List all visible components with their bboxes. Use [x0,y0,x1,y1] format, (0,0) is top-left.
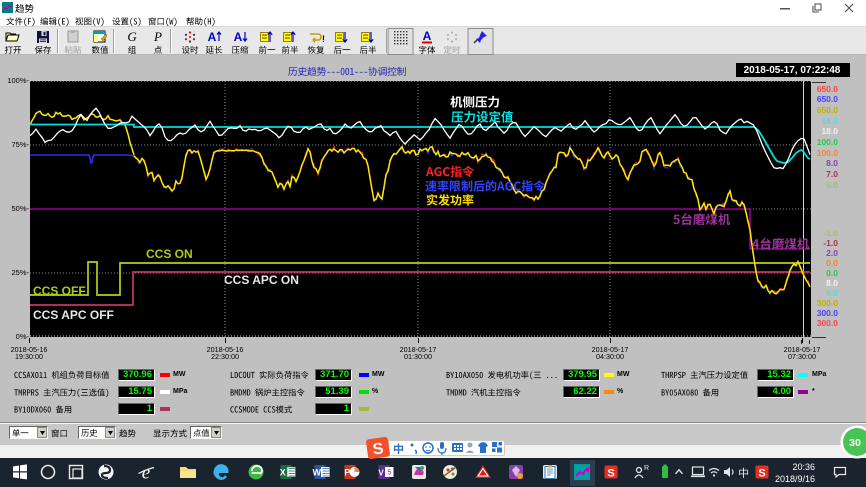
svg-text:W: W [312,468,321,478]
svg-text:A: A [234,30,243,44]
svg-text:e: e [142,463,150,484]
svg-text:P: P [153,29,162,44]
svg-text:5: 5 [388,470,392,477]
svg-text:P: P [344,468,350,478]
svg-text:A: A [208,30,217,44]
svg-text:R: R [644,465,649,472]
svg-text:30: 30 [849,437,861,449]
svg-text:X: X [280,468,286,478]
svg-text:A: A [423,29,432,43]
svg-text:S: S [758,468,765,480]
svg-text:S: S [607,468,614,480]
svg-text:V: V [378,469,384,478]
svg-text:!: ! [322,34,325,44]
svg-text:G: G [127,29,137,44]
